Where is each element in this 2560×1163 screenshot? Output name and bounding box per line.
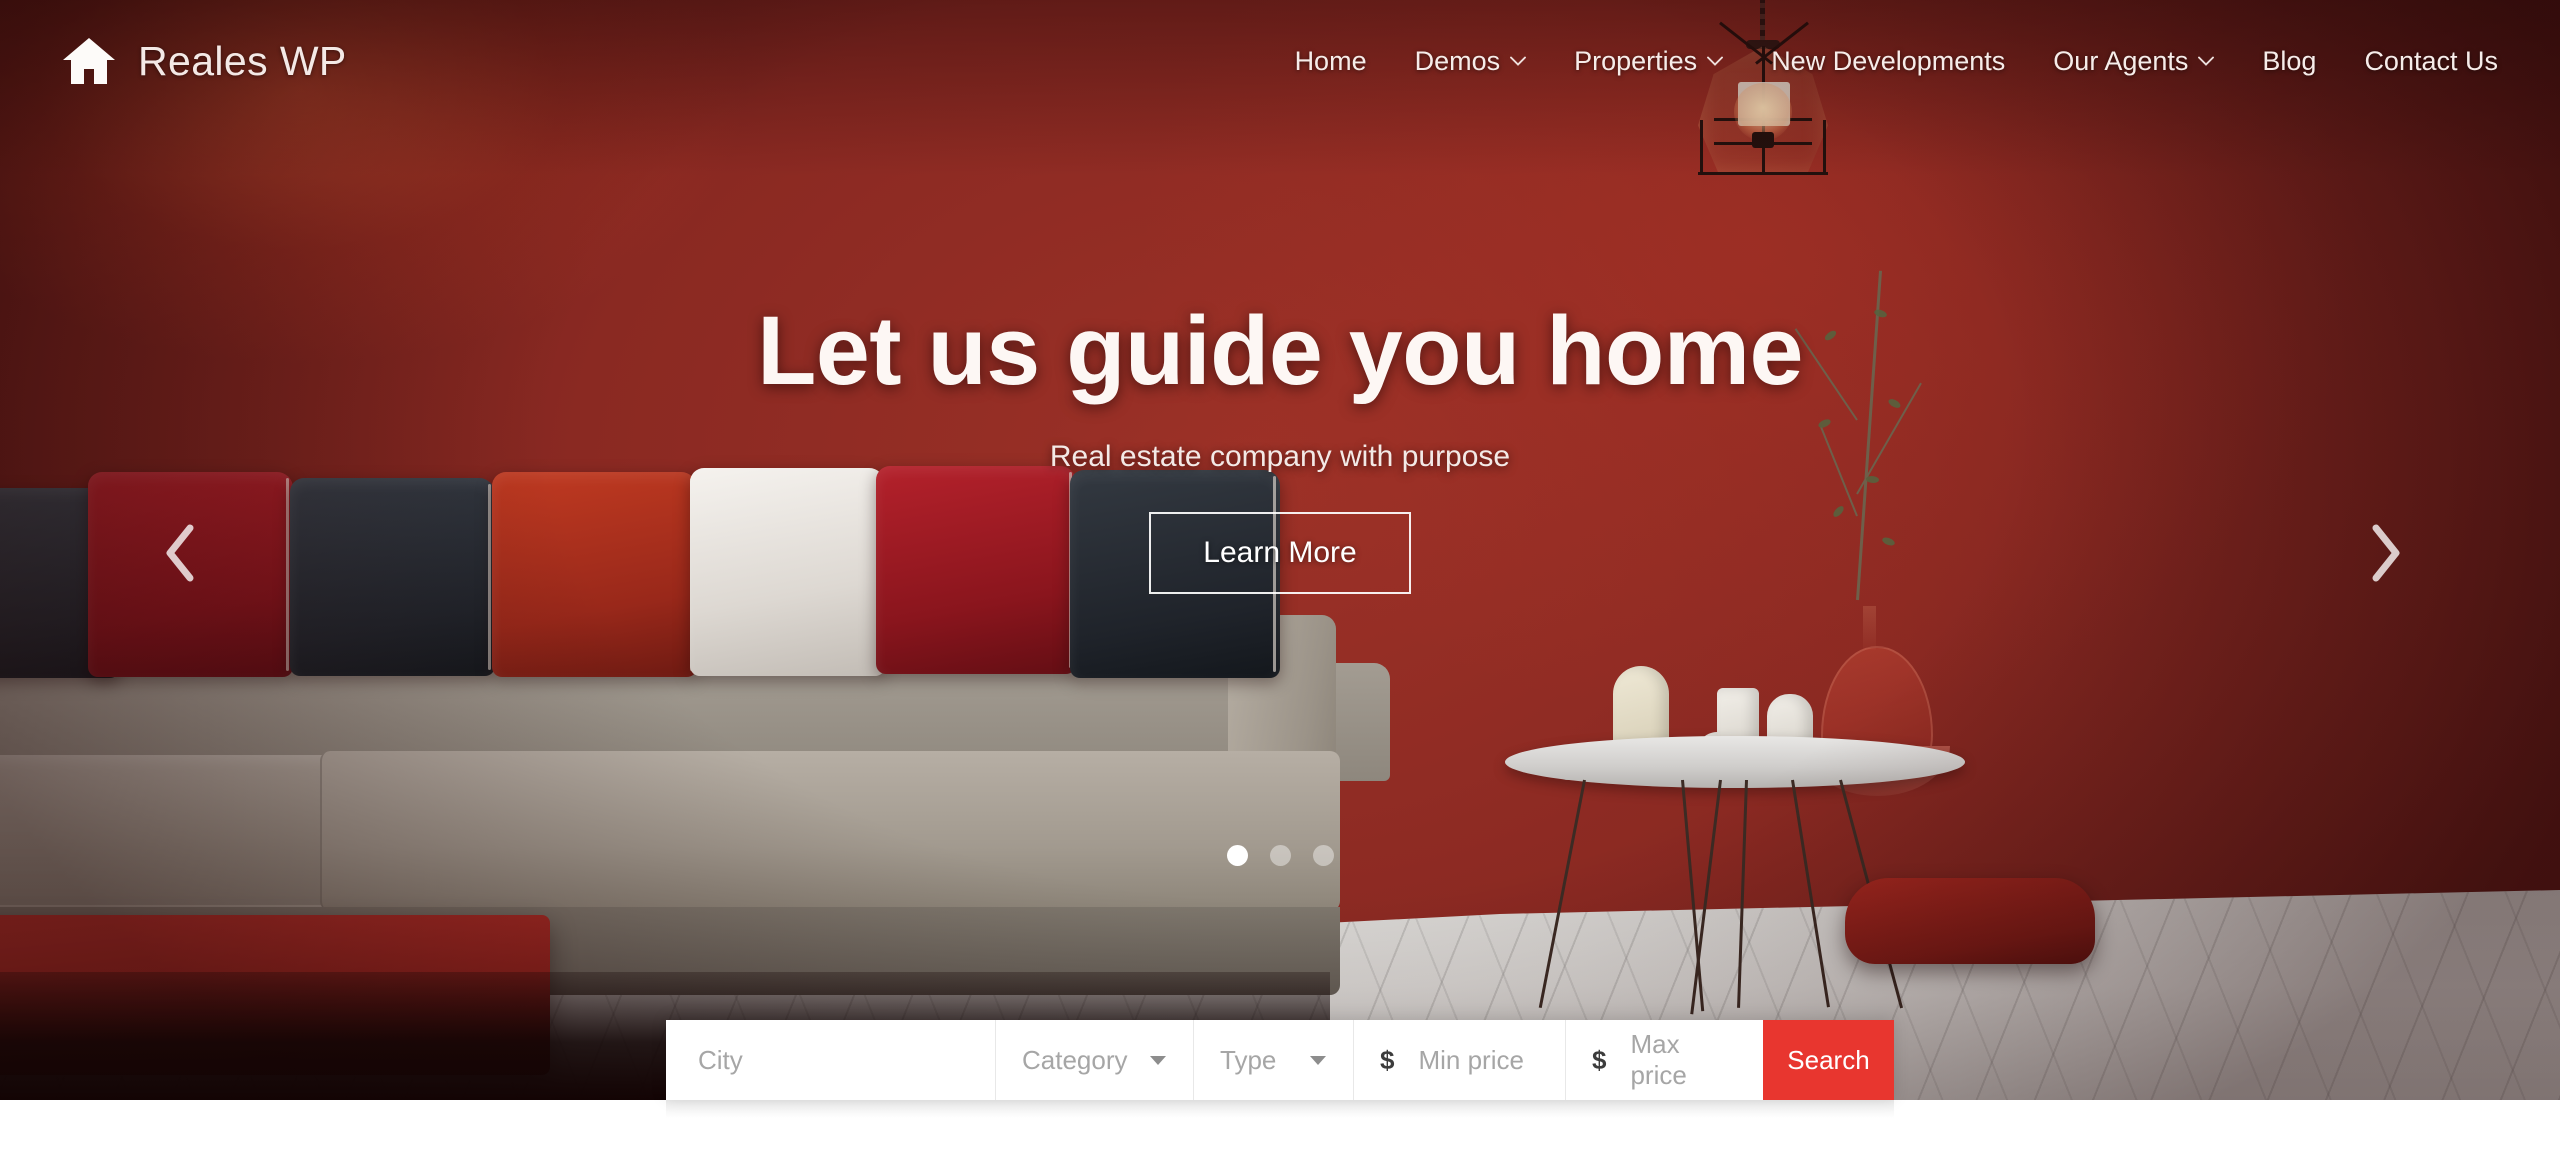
max-price-input[interactable]: $ Max price bbox=[1566, 1020, 1763, 1100]
nav-label: Our Agents bbox=[2053, 45, 2189, 76]
search-bar-shadow bbox=[666, 1100, 1894, 1118]
currency-symbol: $ bbox=[1380, 1044, 1395, 1075]
hero-subtitle: Real estate company with purpose bbox=[1049, 439, 1511, 473]
hero-content: Let us guide you home Real estate compan… bbox=[0, 300, 2560, 594]
chevron-down-icon bbox=[2198, 56, 2215, 66]
carousel-prev-button[interactable] bbox=[138, 510, 224, 596]
type-label: Type bbox=[1220, 1044, 1277, 1075]
carousel-dot-2[interactable] bbox=[1269, 845, 1291, 866]
carousel-dot-1[interactable] bbox=[1226, 845, 1248, 866]
hero-title: Let us guide you home bbox=[757, 296, 1803, 405]
chevron-down-icon bbox=[1707, 56, 1724, 66]
nav-label: Home bbox=[1294, 45, 1367, 76]
nav-item-our-agents[interactable]: Our Agents bbox=[2029, 36, 2238, 87]
chevron-left-icon bbox=[158, 522, 204, 584]
site-header: Reales WP Home Demos Properties New Deve… bbox=[0, 0, 2560, 122]
caret-down-icon bbox=[1135, 1055, 1167, 1066]
nav-item-demos[interactable]: Demos bbox=[1391, 36, 1551, 87]
chevron-down-icon bbox=[1510, 56, 1527, 66]
property-search-bar: City Category Type $ Min price $ Max pri… bbox=[666, 1020, 1894, 1100]
max-price-placeholder: Max price bbox=[1630, 1029, 1687, 1090]
min-price-input[interactable]: $ Min price bbox=[1354, 1020, 1566, 1100]
nav-item-contact-us[interactable]: Contact Us bbox=[2340, 36, 2498, 87]
main-navigation: Home Demos Properties New Developments O… bbox=[1271, 36, 2498, 87]
chevron-right-icon bbox=[2362, 522, 2408, 584]
caret-down-icon bbox=[1295, 1055, 1327, 1066]
currency-symbol: $ bbox=[1592, 1044, 1607, 1075]
learn-more-button[interactable]: Learn More bbox=[1149, 511, 1411, 594]
nav-label: Contact Us bbox=[2364, 45, 2498, 76]
nav-item-home[interactable]: Home bbox=[1271, 36, 1391, 87]
nav-label: Properties bbox=[1574, 45, 1698, 76]
type-select[interactable]: Type bbox=[1194, 1020, 1354, 1100]
nav-label: Blog bbox=[2262, 45, 2317, 76]
search-button[interactable]: Search bbox=[1763, 1020, 1894, 1100]
carousel-indicators bbox=[0, 845, 2560, 866]
category-label: Category bbox=[1022, 1044, 1128, 1075]
nav-item-blog[interactable]: Blog bbox=[2238, 36, 2340, 87]
nav-label: New Developments bbox=[1771, 45, 2006, 76]
brand-logo[interactable]: Reales WP bbox=[62, 36, 347, 86]
page-root: Reales WP Home Demos Properties New Deve… bbox=[0, 0, 2560, 1163]
nav-label: Demos bbox=[1414, 45, 1501, 76]
carousel-next-button[interactable] bbox=[2342, 510, 2428, 596]
city-input[interactable]: City bbox=[666, 1020, 996, 1100]
brand-name: Reales WP bbox=[138, 37, 347, 84]
category-select[interactable]: Category bbox=[996, 1020, 1194, 1100]
carousel-dot-3[interactable] bbox=[1312, 845, 1334, 866]
house-icon bbox=[62, 36, 116, 86]
city-placeholder: City bbox=[698, 1044, 743, 1075]
nav-item-properties[interactable]: Properties bbox=[1550, 36, 1747, 87]
min-price-placeholder: Min price bbox=[1418, 1044, 1524, 1075]
nav-item-new-developments[interactable]: New Developments bbox=[1747, 36, 2029, 87]
